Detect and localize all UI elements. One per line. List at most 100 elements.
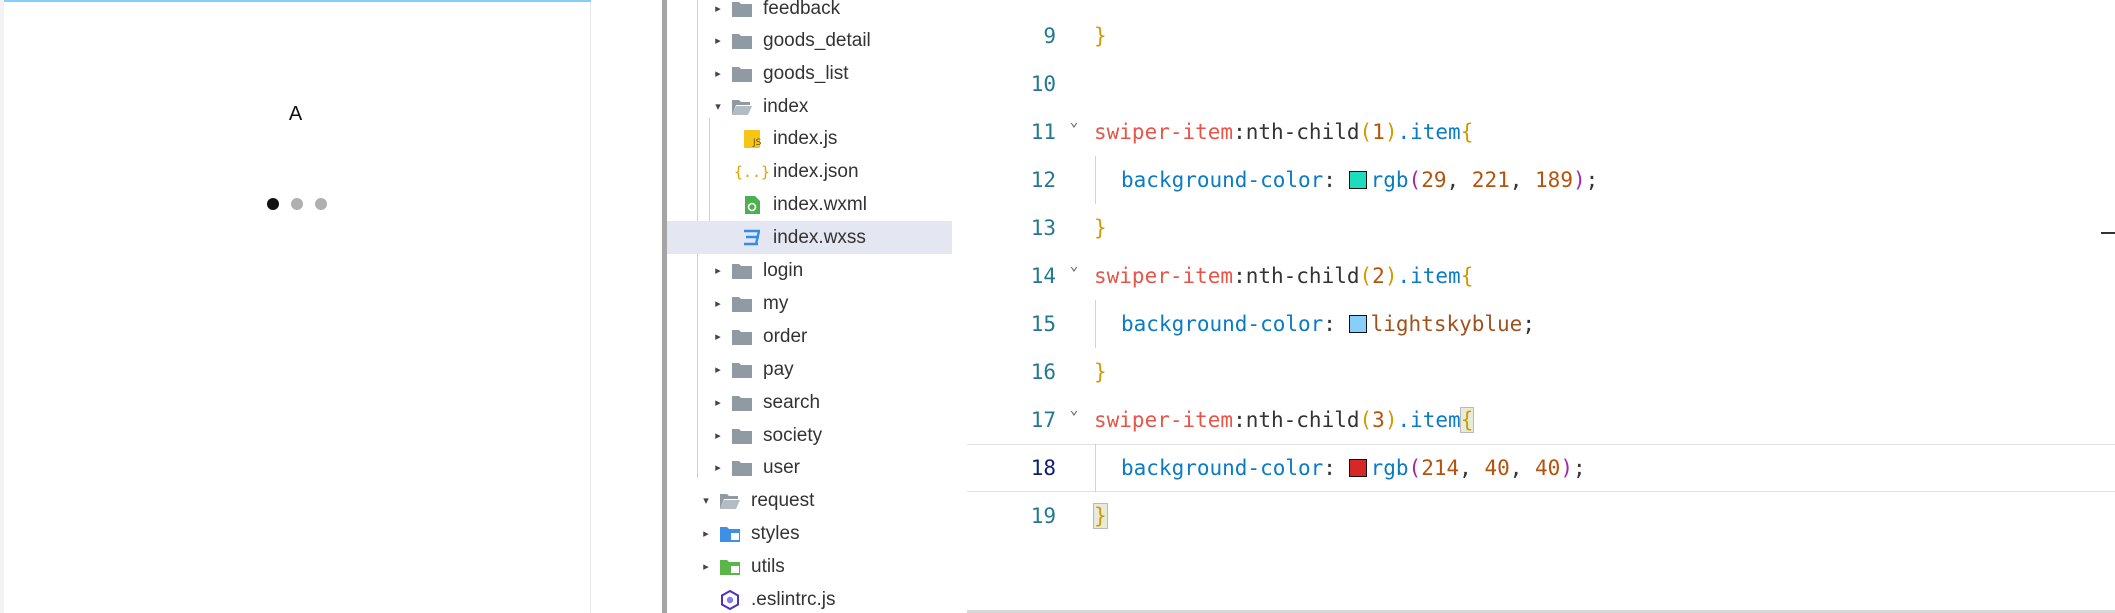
tree-item-label: society bbox=[763, 424, 823, 446]
tree-item-label: goods_detail bbox=[763, 29, 871, 51]
svg-text:JS: JS bbox=[752, 138, 762, 148]
tree-item-label: .eslintrc.js bbox=[751, 588, 836, 610]
fold-chevron-icon[interactable]: ⌄ bbox=[1067, 114, 1081, 130]
folder-icon bbox=[731, 293, 753, 315]
paren: ) bbox=[1560, 456, 1573, 480]
line-text: swiper-item:nth-child(1).item{ bbox=[1094, 120, 1473, 144]
line-text: } bbox=[1094, 216, 1107, 240]
pane-gap bbox=[591, 0, 664, 613]
tree-item-label: index.json bbox=[773, 160, 859, 182]
swiper-dot[interactable] bbox=[291, 198, 303, 210]
tree-item-styles[interactable]: ▸ styles bbox=[667, 517, 952, 550]
tree-item-label: login bbox=[763, 259, 804, 281]
swiper-dot[interactable] bbox=[267, 198, 279, 210]
chevron-right-icon: ▸ bbox=[715, 3, 721, 15]
chevron-right-icon: ▸ bbox=[703, 561, 709, 573]
tree-item-goods-list[interactable]: ▸ goods_list bbox=[667, 57, 952, 90]
semicolon: ; bbox=[1522, 312, 1535, 336]
tree-item-my[interactable]: ▸ my bbox=[667, 287, 952, 320]
wxml-file-icon bbox=[741, 194, 763, 216]
tree-item-feedback[interactable]: ▸ feedback bbox=[667, 0, 952, 25]
tree-item-index-wxml[interactable]: index.wxml bbox=[667, 188, 952, 221]
number: 221 bbox=[1471, 168, 1510, 192]
number: 40 bbox=[1484, 456, 1510, 480]
folder-icon bbox=[731, 260, 753, 282]
paren: ) bbox=[1572, 168, 1586, 192]
css-file-icon bbox=[741, 227, 763, 249]
css-class: .item bbox=[1397, 120, 1461, 144]
code-editor[interactable]: 9 } 10 11 ⌄ swiper-item:nth-child(1).ite… bbox=[967, 0, 2115, 613]
brace: { bbox=[1460, 264, 1474, 288]
tree-item-label: utils bbox=[751, 555, 785, 577]
brace-match: } bbox=[1093, 503, 1108, 529]
code-line: 12 background-color: rgb(29, 221, 189); bbox=[967, 156, 2115, 204]
eslint-file-icon bbox=[719, 589, 741, 611]
chevron-right-icon: ▸ bbox=[715, 364, 721, 376]
chevron-right-icon: ▸ bbox=[703, 528, 709, 540]
tree-item-eslintrc[interactable]: .eslintrc.js bbox=[667, 583, 952, 613]
tree-item-label: index bbox=[763, 95, 809, 117]
line-text: swiper-item:nth-child(3).item{ bbox=[1094, 407, 1475, 433]
folder-icon bbox=[731, 425, 753, 447]
chevron-down-icon: ▾ bbox=[703, 495, 709, 507]
code-line: 17 ⌄ swiper-item:nth-child(3).item{ bbox=[967, 396, 2115, 444]
tree-item-label: goods_list bbox=[763, 62, 849, 84]
folder-open-icon bbox=[731, 96, 753, 118]
line-text: background-color: lightskyblue; bbox=[1094, 312, 1535, 336]
tree-item-user[interactable]: ▸ user bbox=[667, 451, 952, 484]
tree-item-pay[interactable]: ▸ pay bbox=[667, 353, 952, 386]
folder-icon bbox=[731, 63, 753, 85]
tree-item-index-folder[interactable]: ▾ index bbox=[667, 90, 952, 123]
line-text: background-color: rgb(29, 221, 189); bbox=[1121, 168, 1599, 192]
line-text: } bbox=[1094, 24, 1107, 48]
tree-item-label: index.wxml bbox=[773, 193, 867, 215]
pseudo-arg: 2 bbox=[1372, 264, 1385, 288]
chevron-right-icon: ▸ bbox=[715, 430, 721, 442]
color-swatch[interactable] bbox=[1348, 171, 1367, 189]
tree-item-index-js[interactable]: JS index.js bbox=[667, 122, 952, 155]
code-line: 13 } bbox=[967, 204, 2115, 252]
tree-item-goods-detail[interactable]: ▸ goods_detail bbox=[667, 24, 952, 57]
number: 214 bbox=[1421, 456, 1460, 480]
tree-item-index-json[interactable]: {..} index.json bbox=[667, 155, 952, 188]
line-number: 17 bbox=[1030, 408, 1056, 432]
fold-chevron-icon[interactable]: ⌄ bbox=[1067, 402, 1081, 418]
tree-item-request[interactable]: ▾ request bbox=[667, 484, 952, 517]
folder-icon bbox=[731, 326, 753, 348]
chevron-right-icon: ▸ bbox=[715, 462, 721, 474]
chevron-right-icon: ▸ bbox=[715, 265, 721, 277]
paren: ( bbox=[1408, 456, 1422, 480]
tree-item-login[interactable]: ▸ login bbox=[667, 254, 952, 287]
color-swatch[interactable] bbox=[1348, 459, 1367, 477]
code-line-current: 18 background-color: rgb(214, 40, 40); bbox=[967, 444, 2115, 492]
tree-item-search[interactable]: ▸ search bbox=[667, 386, 952, 419]
tree-item-label: styles bbox=[751, 522, 800, 544]
json-file-icon: {..} bbox=[733, 162, 771, 181]
line-number: 12 bbox=[1030, 168, 1056, 192]
code-line: 16 } bbox=[967, 348, 2115, 396]
pseudo-arg: 1 bbox=[1372, 120, 1385, 144]
tree-item-society[interactable]: ▸ society bbox=[667, 419, 952, 452]
swiper-slide-text[interactable]: A bbox=[0, 103, 591, 126]
fold-chevron-icon[interactable]: ⌄ bbox=[1067, 258, 1081, 274]
css-class: .item bbox=[1397, 408, 1461, 432]
tree-item-label: user bbox=[763, 456, 800, 478]
line-number: 13 bbox=[1030, 216, 1056, 240]
css-class: .item bbox=[1397, 264, 1461, 288]
tree-item-label: index.wxss bbox=[773, 226, 866, 248]
css-pseudo: :nth-child bbox=[1233, 408, 1360, 432]
line-number: 18 bbox=[1030, 456, 1056, 480]
swiper-dot[interactable] bbox=[315, 198, 327, 210]
tree-item-utils[interactable]: ▸ utils bbox=[667, 550, 952, 583]
js-file-icon: JS bbox=[741, 128, 763, 150]
tree-item-label: my bbox=[763, 292, 789, 314]
color-swatch[interactable] bbox=[1348, 315, 1367, 333]
number: 40 bbox=[1535, 456, 1561, 480]
code-line: 15 background-color: lightskyblue; bbox=[967, 300, 2115, 348]
number: 29 bbox=[1421, 168, 1447, 192]
line-number: 15 bbox=[1030, 312, 1056, 336]
code-line: 9 } bbox=[967, 12, 2115, 60]
tree-item-order[interactable]: ▸ order bbox=[667, 320, 952, 353]
paren: ( bbox=[1359, 120, 1373, 144]
tree-item-index-wxss[interactable]: index.wxss bbox=[667, 221, 952, 254]
